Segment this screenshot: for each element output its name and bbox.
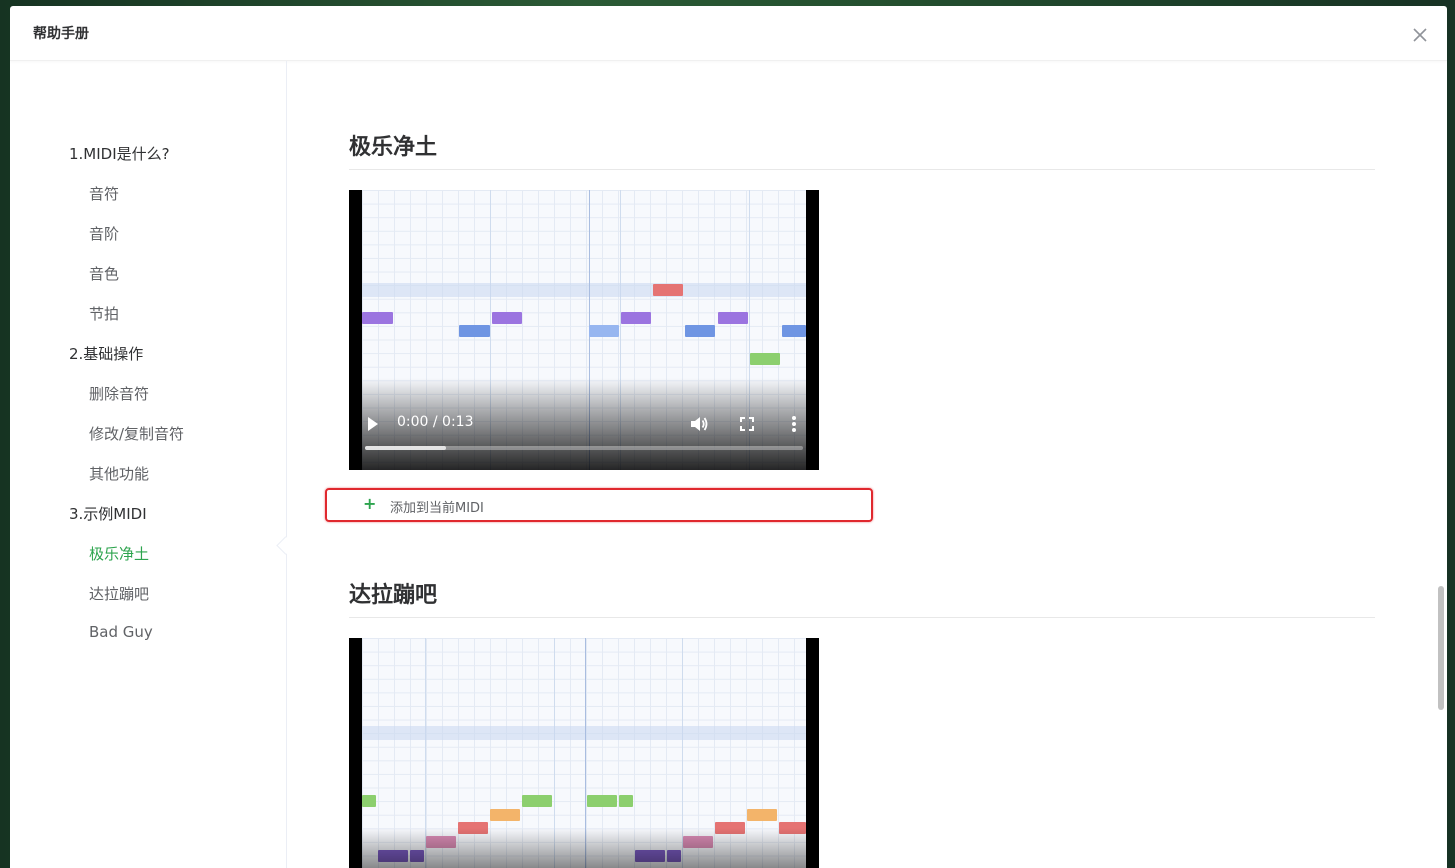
midi-note [490, 809, 520, 821]
midi-note [459, 325, 490, 337]
toc-item-notes[interactable]: 音符 [89, 183, 119, 204]
video-player[interactable]: 0:00 / 0:13 [349, 190, 819, 470]
midi-note [782, 325, 806, 337]
add-to-current-midi-button[interactable]: + 添加到当前MIDI [325, 488, 873, 522]
section-divider [349, 169, 1375, 170]
toc-item-timbre[interactable]: 音色 [89, 263, 119, 284]
help-dialog: 帮助手册 1.MIDI是什么? 音符 音阶 音色 节拍 2.基础操作 删除音符 … [10, 6, 1447, 868]
video-progress-buffered [365, 446, 446, 450]
toc-item-basic-ops[interactable]: 2.基础操作 [69, 343, 143, 364]
toc-item-example-midi[interactable]: 3.示例MIDI [69, 503, 147, 524]
more-options-button[interactable] [789, 414, 799, 434]
midi-note [747, 809, 777, 821]
midi-note [492, 312, 522, 324]
toc-item-other-features[interactable]: 其他功能 [89, 463, 149, 484]
video-time: 0:00 / 0:13 [397, 414, 474, 430]
plus-icon: + [363, 494, 377, 513]
dialog-header: 帮助手册 [10, 6, 1447, 61]
toc-sidebar: 1.MIDI是什么? 音符 音阶 音色 节拍 2.基础操作 删除音符 修改/复制… [10, 61, 287, 868]
play-icon [368, 417, 378, 431]
midi-note [653, 284, 683, 296]
midi-note [589, 325, 619, 337]
midi-note [750, 353, 780, 365]
play-button[interactable] [366, 416, 380, 432]
video-controls-shade [349, 828, 819, 868]
close-button[interactable] [1409, 24, 1431, 46]
midi-note [621, 312, 651, 324]
toc-item-midi-intro[interactable]: 1.MIDI是什么? [69, 143, 170, 164]
toc-item-delete-note[interactable]: 删除音符 [89, 383, 149, 404]
midi-note [587, 795, 617, 807]
midi-note [685, 325, 715, 337]
volume-icon [691, 417, 708, 431]
toc-item-edit-copy-note[interactable]: 修改/复制音符 [89, 423, 184, 444]
midi-note [362, 312, 393, 324]
more-options-icon [792, 416, 796, 432]
dialog-title: 帮助手册 [33, 26, 89, 42]
video-progress-bar[interactable] [365, 446, 803, 450]
midi-note [522, 795, 552, 807]
video-player[interactable] [349, 638, 819, 868]
content-area: 极乐净土 0:00 / 0:13 + 添加到当前MIDI 达拉蹦吧 [287, 61, 1437, 868]
midi-note [362, 795, 376, 807]
toc-item-bad-guy[interactable]: Bad Guy [89, 623, 153, 641]
section-divider [349, 617, 1375, 618]
midi-note [619, 795, 633, 807]
content-scrollbar[interactable] [1438, 586, 1444, 710]
toc-item-scale[interactable]: 音阶 [89, 223, 119, 244]
toc-item-dala-bengba[interactable]: 达拉蹦吧 [89, 583, 149, 604]
toc-item-beat[interactable]: 节拍 [89, 303, 119, 324]
volume-button[interactable] [689, 414, 709, 434]
toc-item-jile-jingtu[interactable]: 极乐净土 [89, 543, 149, 564]
fullscreen-button[interactable] [739, 416, 755, 432]
section-title: 极乐净土 [349, 135, 438, 160]
midi-note [718, 312, 748, 324]
close-icon [1413, 28, 1427, 42]
add-button-label: 添加到当前MIDI [390, 501, 484, 516]
section-title: 达拉蹦吧 [349, 583, 438, 608]
fullscreen-icon [740, 417, 754, 431]
